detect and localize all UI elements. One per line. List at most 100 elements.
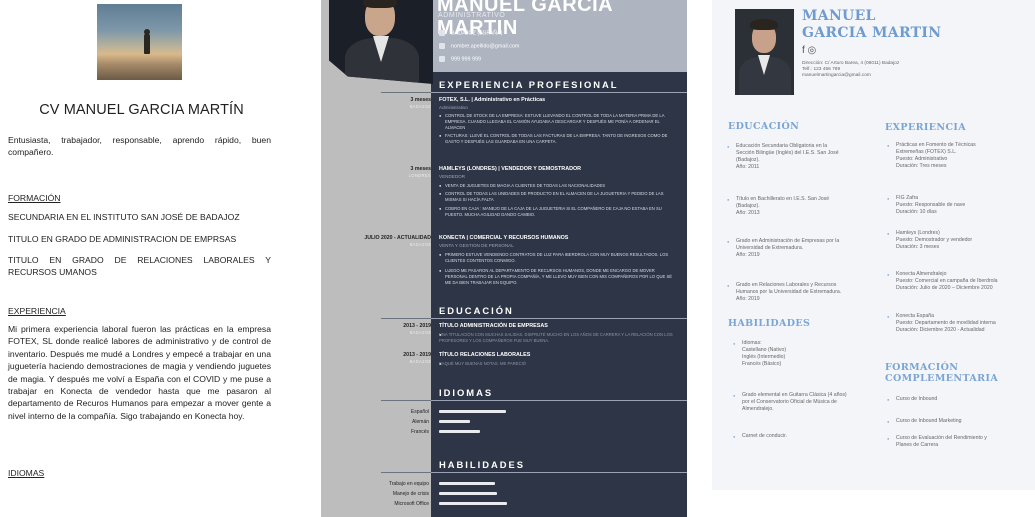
language-label: Español: [410, 409, 429, 415]
section-experiencia-title: EXPERIENCIA PROFESIONAL: [439, 79, 619, 90]
experience-item: Konecta EspañaPuesto: Departamento de mo…: [887, 313, 996, 334]
experience-item-line: Duración: Tres meses: [896, 163, 947, 169]
experiencia-heading: EXPERIENCIA: [8, 306, 66, 316]
profile-photo: [97, 4, 182, 80]
job-bullet: COBRO EN CAJA : MANEJO DE LA CAJA DE LA …: [439, 206, 675, 218]
skill-item-line: Castellano (Nativo): [742, 347, 787, 353]
edu-desc: SAQUÉ MUY BUENAS NOTAS. ME PARECIÓ: [439, 361, 675, 367]
edu-place: BADAJOZ: [409, 330, 431, 335]
left-divider: [381, 400, 431, 401]
education-item-line: (Badajoz).: [736, 203, 760, 209]
education-item-line: Grado en Administración de Empresas por …: [736, 238, 840, 244]
experience-item-line: Extremeñas (FOTEX) S.L.: [896, 149, 957, 155]
cv-panel-light: MANUEL GARCIA MARTIN f ◎ Dirección: C/ A…: [712, 0, 1035, 490]
skill-item-line: Francés (Básico): [742, 361, 782, 367]
job-bullet: PRIMERO ESTUVE VENDIENDO CONTRATOS DE LU…: [439, 252, 675, 264]
cv-intro: Entusiasta, trabajador, responsable, apr…: [8, 135, 271, 158]
education-item-line: (Badajoz).: [736, 157, 760, 163]
job-subtitle: Administrativo: [439, 105, 468, 110]
experience-item-line: Konecta España: [896, 313, 935, 319]
job-subtitle: VENTA Y GESTION DE PERSONAL: [439, 243, 514, 248]
language-level-bar: [439, 420, 470, 423]
cv-panel-dark: MANUEL GARCIA MARTIN ADMINISTRATIVO BADA…: [321, 0, 687, 517]
training-item-line: Curso de Inbound: [896, 396, 938, 402]
job-bullet: VENTA DE JUGUETES DE MAGIA A CLIENTES DE…: [439, 183, 675, 189]
contact-location-text: BADAJOZ (ESPAÑA): [451, 30, 503, 37]
experience-item-line: Puesto: Comercial en campaña de Iberdrol…: [896, 278, 998, 284]
language-level-bar: [439, 410, 506, 413]
left-divider: [381, 472, 431, 473]
job-title: HAMLEYS (LONDRES) | VENDEDOR Y DEMOSTRAD…: [439, 166, 582, 172]
skill-item-line: Idiomas:: [742, 340, 762, 346]
training-item: Curso de Inbound Marketing: [887, 418, 962, 425]
experience-item-line: Puesto: Responsable de nave: [896, 202, 966, 208]
skill-item: Idiomas:Castellano (Nativo)Inglés (Inter…: [733, 340, 787, 368]
cv-panel-simple: CV MANUEL GARCIA MARTÍN Entusiasta, trab…: [0, 0, 283, 517]
experiencia-heading: EXPERIENCIA: [885, 122, 967, 133]
education-item: Grado en Relaciones Laborales y Recursos…: [727, 282, 842, 303]
edu-desc-text: UNA TITULACIÓN CON MUCHAS SALIDAS. DISFR…: [439, 332, 673, 343]
left-divider: [381, 318, 431, 319]
formacion-heading-line1: FORMACIÓN: [885, 362, 959, 373]
job-bullet: CONTROL DE STOCK DE LA EMPRESA: ESTUVE L…: [439, 113, 675, 131]
job-title: KONECTA | COMERCIAL Y RECURSOS HUMANOS: [439, 235, 569, 241]
education-item-line: Título en Bachillerato en I.E.S. San Jos…: [736, 196, 830, 202]
training-item-line: Curso de Inbound Marketing: [896, 418, 962, 424]
job-date: 3 meses: [410, 166, 431, 172]
idiomas-heading: IDIOMAS: [8, 468, 45, 478]
language-level-bar: [439, 430, 480, 433]
edu-date: 2013 - 2019: [403, 352, 431, 358]
section-divider: [431, 92, 687, 93]
photo-figure-body: [144, 34, 150, 54]
cv-title: CV MANUEL GARCIA MARTÍN: [39, 102, 244, 118]
formacion-heading: FORMACIÓN COMPLEMENTARIA: [885, 362, 998, 384]
experience-item-line: Konecta Almendralejo: [896, 271, 947, 277]
edu-desc-text: SAQUÉ MUY BUENAS NOTAS. ME PARECIÓ: [439, 361, 527, 366]
job-place: BADAJOZ: [409, 104, 431, 109]
job-date: JULIO 2020 - ACTUALIDAD: [364, 235, 431, 241]
job-bullet-text: LUEGO ME PASARON AL DEPARTAMENTO DE RECU…: [445, 268, 673, 285]
experience-item-line: FIG Zafra: [896, 195, 919, 201]
edu-title: TÍTULO RELACIONES LABORALES: [439, 352, 531, 358]
contact-email: nombre.apellido@gmail.com: [439, 43, 519, 49]
section-idiomas-title: IDIOMAS: [439, 387, 494, 398]
job-bullet-text: COBRO EN CAJA : MANEJO DE LA CAJA DE LA …: [445, 206, 662, 217]
skill-label: Manejo de crisis: [392, 491, 429, 497]
section-divider: [431, 400, 687, 401]
job-bullet: CONTROL DE TODAS LAS UNIDADES DE PRODUCT…: [439, 191, 675, 203]
skill-item-line: Almendralejo.: [742, 406, 774, 412]
education-item-line: Sección Bilingüe (Inglés) del I.E.S. San…: [736, 150, 839, 156]
job-bullet-text: FACTURAS: LLEVÉ EL CONTROL DE TODAS LAS …: [445, 133, 668, 144]
edu-date: 2013 - 2019: [403, 323, 431, 329]
education-item-line: Año: 2011: [736, 164, 760, 170]
contact-phone: 999 999 999: [439, 56, 481, 62]
cv-name-last: GARCIA MARTIN: [802, 25, 942, 41]
skill-item-line: Inglés (Intermedio): [742, 354, 786, 360]
skill-item: Grado elemental en Guitarra Clásica (4 a…: [733, 392, 847, 413]
experience-item: Prácticas en Fomento de TécnicasExtremeñ…: [887, 142, 976, 170]
skill-level-bar: [439, 482, 495, 485]
edu-title: TÍTULO ADMINISTRACIÓN DE EMPRESAS: [439, 323, 548, 329]
experience-item-line: Puesto: Administrativo: [896, 156, 948, 162]
profile-photo: [329, 0, 433, 84]
education-item-line: Año: 2019: [736, 296, 760, 302]
experience-item: FIG ZafraPuesto: Responsable de naveDura…: [887, 195, 966, 216]
experience-item-line: Prácticas en Fomento de Técnicas: [896, 142, 976, 148]
left-divider: [381, 92, 431, 93]
training-item-line: Planes de Carrera: [896, 442, 939, 448]
job-place: LONDRES: [408, 173, 431, 178]
job-bullet: LUEGO ME PASARON AL DEPARTAMENTO DE RECU…: [439, 268, 675, 286]
skill-item-line: por el Conservatorio Oficial de Música d…: [742, 399, 837, 405]
photo-hair: [750, 19, 778, 30]
skill-item-line: Carnet de conducir.: [742, 433, 787, 439]
section-educacion-title: EDUCACIÓN: [439, 305, 514, 316]
education-item-line: Humanos por la Universidad de Extremadur…: [736, 289, 842, 295]
experience-item-line: Duración: Diciembre 2020 - Actualidad: [896, 327, 985, 333]
job-bullet-text: CONTROL DE TODAS LAS UNIDADES DE PRODUCT…: [445, 191, 664, 202]
contact-email-text: nombre.apellido@gmail.com: [451, 43, 520, 50]
job-title: FOTEX, S.L. | Administrativo en Práctica…: [439, 97, 546, 103]
education-item-line: Grado en Relaciones Laborales y Recursos: [736, 282, 837, 288]
job-bullet: FACTURAS: LLEVÉ EL CONTROL DE TODAS LAS …: [439, 133, 675, 145]
training-item-line: Curso de Evaluación del Rendimiento y: [896, 435, 987, 441]
education-item-line: Año: 2019: [736, 252, 760, 258]
